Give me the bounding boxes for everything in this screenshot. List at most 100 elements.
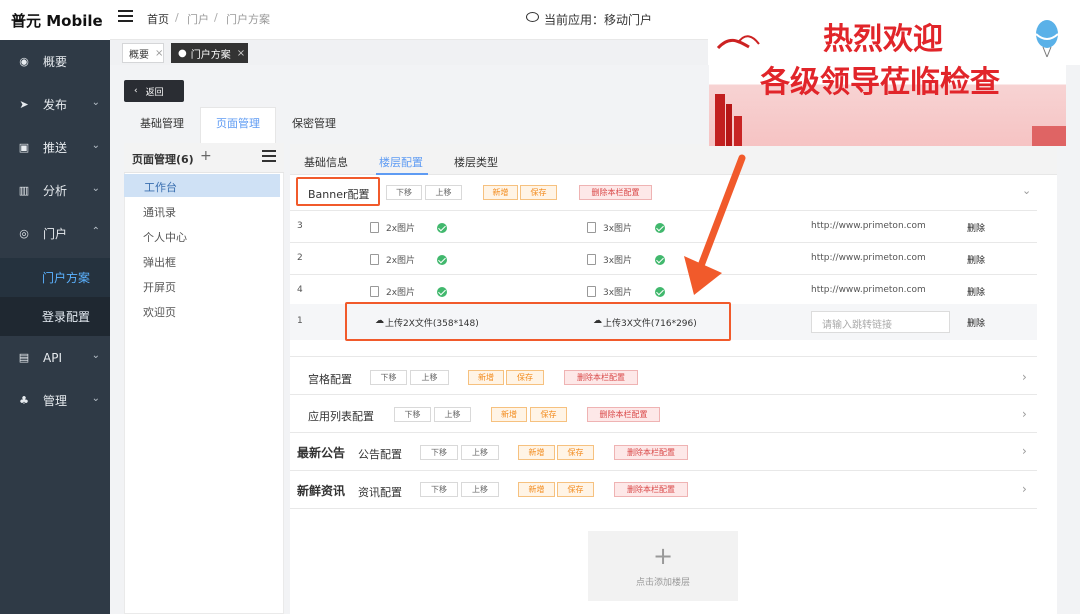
delete-row-button[interactable]: 删除 bbox=[967, 253, 985, 266]
tab-basic-info[interactable]: 基础信息 bbox=[304, 154, 348, 170]
delete-section-button[interactable]: 删除本栏配置 bbox=[587, 407, 660, 422]
upload-3x-button[interactable]: 上传3X文件(716*296) bbox=[603, 316, 697, 329]
add-button[interactable]: 新增 bbox=[468, 370, 504, 385]
move-down-button[interactable]: 下移 bbox=[420, 445, 458, 460]
sidebar-item-label: 门户 bbox=[43, 227, 68, 241]
save-button[interactable]: 保存 bbox=[557, 482, 594, 497]
sidebar-subitem-login-config[interactable]: 登录配置 bbox=[0, 297, 110, 336]
add-button[interactable]: 新增 bbox=[483, 185, 518, 200]
image-file-icon bbox=[370, 254, 379, 265]
page-item-profile[interactable]: 个人中心 bbox=[124, 229, 187, 245]
move-down-button[interactable]: 下移 bbox=[370, 370, 407, 385]
chevron-right-icon[interactable]: › bbox=[1022, 407, 1027, 421]
add-icon[interactable]: + bbox=[200, 148, 212, 164]
add-button[interactable]: 新增 bbox=[518, 445, 555, 460]
sidebar-item-publish[interactable]: ➤ 发布 ⌄ bbox=[0, 83, 110, 126]
delete-section-button[interactable]: 删除本栏配置 bbox=[579, 185, 652, 200]
chevron-right-icon[interactable]: › bbox=[1022, 370, 1027, 384]
add-floor-button[interactable]: + 点击添加楼层 bbox=[588, 531, 738, 601]
tab-overview[interactable]: 概要 × bbox=[122, 43, 164, 63]
api-icon: ▤ bbox=[18, 351, 30, 364]
sidebar-item-overview[interactable]: ◉ 概要 bbox=[0, 40, 110, 83]
delete-section-button[interactable]: 删除本栏配置 bbox=[614, 482, 688, 497]
divider bbox=[290, 508, 1037, 509]
breadcrumb-portal[interactable]: 门户 bbox=[187, 11, 209, 27]
check-icon bbox=[655, 255, 665, 265]
move-up-button[interactable]: 上移 bbox=[425, 185, 462, 200]
move-up-button[interactable]: 上移 bbox=[434, 407, 471, 422]
button-label: 删除本栏配置 bbox=[627, 485, 675, 494]
collapse-icon[interactable]: ⌄ bbox=[1022, 184, 1031, 197]
menu-icon[interactable] bbox=[118, 10, 133, 22]
divider bbox=[290, 432, 1037, 433]
button-label: 上移 bbox=[421, 373, 438, 382]
move-up-button[interactable]: 上移 bbox=[461, 482, 499, 497]
tab-page-management[interactable]: 页面管理 bbox=[216, 115, 260, 131]
chevron-right-icon[interactable]: › bbox=[1022, 482, 1027, 496]
add-button[interactable]: 新增 bbox=[491, 407, 527, 422]
delete-row-button[interactable]: 删除 bbox=[967, 285, 985, 298]
add-floor-label: 点击添加楼层 bbox=[635, 578, 690, 588]
dashboard-icon: ◉ bbox=[19, 55, 29, 68]
image-file-icon bbox=[370, 286, 379, 297]
save-button[interactable]: 保存 bbox=[557, 445, 594, 460]
check-icon bbox=[437, 223, 447, 233]
tab-security-management[interactable]: 保密管理 bbox=[292, 115, 336, 131]
move-down-button[interactable]: 下移 bbox=[394, 407, 431, 422]
check-icon bbox=[437, 287, 447, 297]
banner-config-title: Banner配置 bbox=[308, 188, 370, 201]
save-button[interactable]: 保存 bbox=[520, 185, 557, 200]
chevron-down-icon: ⌄ bbox=[91, 393, 100, 404]
button-label: 删除本栏配置 bbox=[591, 188, 640, 197]
button-label: 保存 bbox=[540, 410, 557, 419]
sidebar-item-api[interactable]: ▤ API ⌄ bbox=[0, 336, 110, 379]
button-label: 上移 bbox=[472, 448, 488, 457]
button-label: 删除本栏配置 bbox=[599, 410, 648, 419]
close-icon[interactable]: × bbox=[155, 48, 163, 59]
add-button[interactable]: 新增 bbox=[518, 482, 555, 497]
image-file-icon bbox=[370, 222, 379, 233]
close-icon[interactable]: × bbox=[237, 48, 245, 59]
chevron-right-icon[interactable]: › bbox=[1022, 444, 1027, 458]
delete-row-button[interactable]: 删除 bbox=[967, 316, 985, 329]
send-icon: ➤ bbox=[19, 98, 29, 111]
banner-subheadline: 各级领导莅临检查 bbox=[760, 65, 1000, 100]
breadcrumb-home[interactable]: 首页 bbox=[147, 11, 169, 27]
page-item-welcome[interactable]: 欢迎页 bbox=[124, 304, 176, 320]
app-logo: 普元 Mobile bbox=[0, 0, 110, 40]
page-item-contacts[interactable]: 通讯录 bbox=[124, 204, 176, 220]
sidebar-item-portal[interactable]: ◎ 门户 ⌃ bbox=[0, 212, 110, 255]
save-button[interactable]: 保存 bbox=[530, 407, 567, 422]
button-label: 删除本栏配置 bbox=[577, 373, 625, 382]
move-up-button[interactable]: 上移 bbox=[410, 370, 449, 385]
page-item-popup[interactable]: 弹出框 bbox=[124, 254, 176, 270]
sidebar-item-analysis[interactable]: ▥ 分析 ⌄ bbox=[0, 169, 110, 212]
delete-section-button[interactable]: 删除本栏配置 bbox=[614, 445, 688, 460]
move-down-button[interactable]: 下移 bbox=[420, 482, 458, 497]
move-down-button[interactable]: 下移 bbox=[386, 185, 422, 200]
tab-floor-config[interactable]: 楼层配置 bbox=[379, 154, 423, 170]
page-item-splash[interactable]: 开屏页 bbox=[124, 279, 176, 295]
sidebar-item-management[interactable]: ♣ 管理 ⌄ bbox=[0, 379, 110, 422]
upload-2x-button[interactable]: 上传2X文件(358*148) bbox=[385, 316, 479, 329]
page-item-workbench[interactable]: 工作台 bbox=[124, 174, 280, 197]
move-up-button[interactable]: 上移 bbox=[461, 445, 499, 460]
sidebar-item-label: 概要 bbox=[43, 55, 68, 69]
delete-row-button[interactable]: 删除 bbox=[967, 221, 985, 234]
delete-section-button[interactable]: 删除本栏配置 bbox=[564, 370, 638, 385]
back-button[interactable]: ‹ 返回 bbox=[124, 80, 184, 102]
sidebar-item-push[interactable]: ▣ 推送 ⌄ bbox=[0, 126, 110, 169]
save-button[interactable]: 保存 bbox=[506, 370, 544, 385]
jump-url-input[interactable]: 请输入跳转链接 bbox=[811, 311, 950, 333]
image-file-icon bbox=[587, 222, 596, 233]
button-label: 新增 bbox=[478, 373, 494, 382]
sidebar-subitem-portal-plan[interactable]: 门户方案 bbox=[0, 258, 110, 297]
jump-url: http://www.primeton.com bbox=[811, 253, 926, 263]
tab-portal-plan[interactable]: ● 门户方案 × bbox=[171, 43, 248, 63]
divider bbox=[290, 210, 1037, 211]
tab-label: 概要 bbox=[129, 49, 149, 61]
menu-icon[interactable] bbox=[262, 150, 276, 162]
active-tab-indicator bbox=[376, 173, 428, 175]
tab-basic-management[interactable]: 基础管理 bbox=[140, 115, 184, 131]
tab-floor-type[interactable]: 楼层类型 bbox=[454, 154, 498, 170]
